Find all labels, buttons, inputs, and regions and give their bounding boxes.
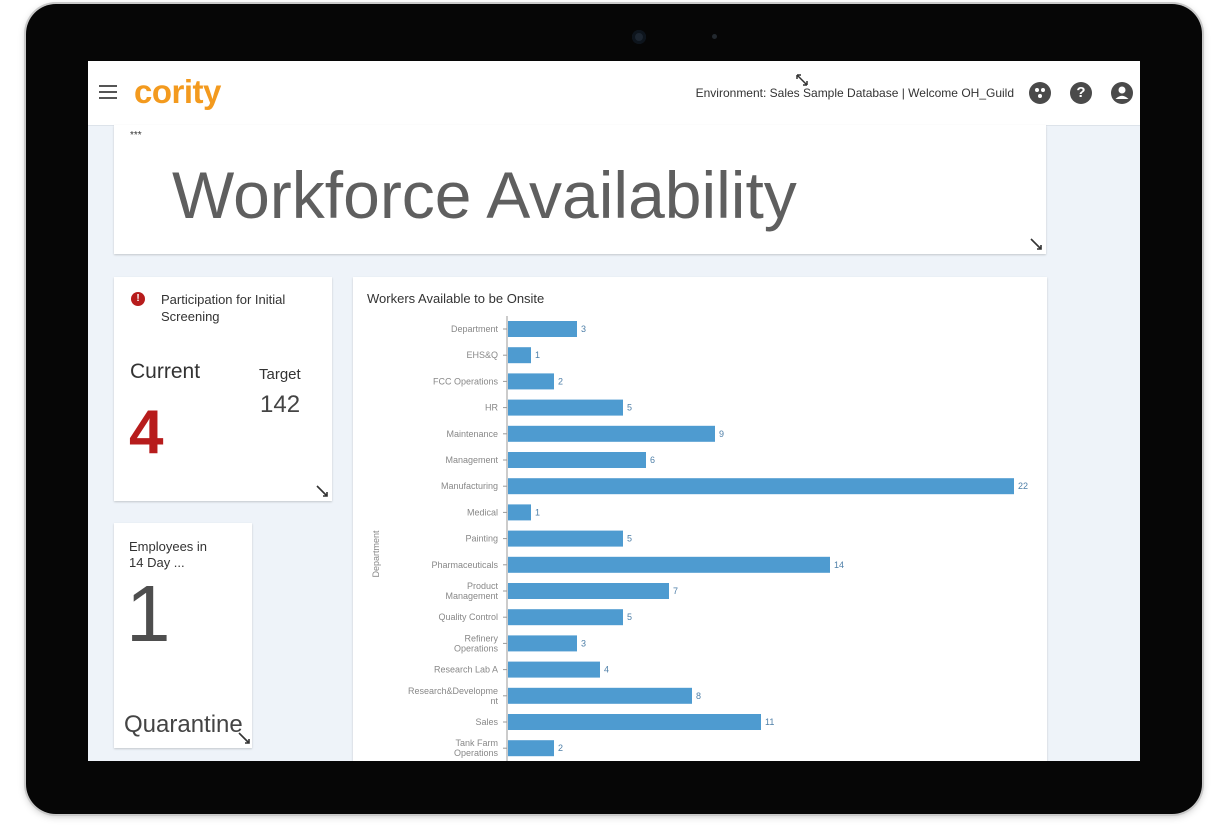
card-title: Participation for Initial Screening <box>161 292 286 324</box>
panel-menu-dots[interactable]: *** <box>130 130 142 141</box>
bar-value-label: 8 <box>696 691 701 701</box>
bar-value-label: 9 <box>719 429 724 439</box>
quarantine-label: Quarantine <box>124 711 243 738</box>
resize-handle-icon[interactable] <box>1030 238 1042 250</box>
bar-value-label: 11 <box>765 717 774 727</box>
category-label: Medical <box>467 507 498 517</box>
bar-value-label: 22 <box>1018 481 1028 491</box>
menu-icon[interactable] <box>99 85 117 99</box>
bar-chart: Department Department 3 EHS&Q 1 FCC Operation… <box>371 316 1028 761</box>
category-label: Sales <box>475 717 498 727</box>
page-title: Workforce Availability <box>172 158 797 232</box>
alert-icon: ! <box>131 292 145 306</box>
app-screen: cority Environment: Sales Sample Databas… <box>88 61 1140 761</box>
help-icon[interactable]: ? <box>1070 82 1092 104</box>
bar-value-label: 1 <box>535 507 540 517</box>
bar[interactable] <box>508 504 531 521</box>
bar-value-label: 5 <box>627 534 632 544</box>
environment-text: Environment: Sales Sample Database | Wel… <box>695 86 1014 100</box>
bar[interactable] <box>508 373 554 390</box>
top-bar: cority Environment: Sales Sample Databas… <box>88 61 1140 126</box>
target-label: Target <box>259 366 301 383</box>
bar[interactable] <box>508 583 669 599</box>
category-label: Refinery Operations <box>454 633 499 653</box>
category-label: FCC Operations <box>433 376 499 386</box>
participation-card: ! Participation for Initial Screening Cu… <box>114 277 332 501</box>
bar[interactable] <box>508 321 577 337</box>
bar-value-label: 4 <box>604 665 609 675</box>
bar-value-label: 2 <box>558 743 563 753</box>
bar-value-label: 6 <box>650 455 655 465</box>
category-label: EHS&Q <box>466 350 498 360</box>
quarantine-card: Employees in 14 Day ... 1 Quarantine <box>114 523 252 748</box>
bar[interactable] <box>508 556 830 573</box>
camera-icon <box>632 30 646 44</box>
bar[interactable] <box>508 609 623 626</box>
sensor-dot <box>712 34 717 39</box>
category-label: Tank Farm Operations <box>454 738 499 758</box>
category-label: Research&Developme nt <box>408 686 499 706</box>
resize-cursor-icon <box>796 74 808 86</box>
workers-chart-card: Workers Available to be Onsite Departmen… <box>353 277 1047 761</box>
category-label: Painting <box>465 534 498 544</box>
bar[interactable] <box>508 347 531 364</box>
bar-value-label: 5 <box>627 612 632 622</box>
target-value: 142 <box>260 391 301 418</box>
category-label: Product Management <box>445 581 498 601</box>
category-label: Quality Control <box>438 612 498 622</box>
bar[interactable] <box>508 687 692 704</box>
resize-handle-icon[interactable] <box>316 485 328 497</box>
current-value: 4 <box>129 398 164 467</box>
category-label: Management <box>445 455 498 465</box>
bar-value-label: 5 <box>627 403 632 413</box>
card-title: Employees in 14 Day ... <box>129 539 208 570</box>
resize-handle-icon[interactable] <box>238 732 250 744</box>
bar-value-label: 7 <box>673 586 678 596</box>
account-icon[interactable] <box>1111 82 1133 104</box>
bar[interactable] <box>508 714 761 730</box>
category-label: HR <box>485 403 498 413</box>
bar-value-label: 1 <box>535 350 540 360</box>
bar-value-label: 14 <box>834 560 844 570</box>
bar-value-label: 3 <box>581 324 586 334</box>
category-label: Research Lab A <box>434 665 498 675</box>
bar[interactable] <box>508 661 600 678</box>
category-label: Department <box>451 324 499 334</box>
bar[interactable] <box>508 635 577 652</box>
quarantine-value: 1 <box>126 569 171 658</box>
apps-icon[interactable] <box>1029 82 1051 104</box>
current-label: Current <box>130 360 201 383</box>
bar[interactable] <box>508 399 623 416</box>
bar[interactable] <box>508 530 623 547</box>
category-label: Maintenance <box>446 429 498 439</box>
brand-logo: cority <box>134 73 221 110</box>
title-panel: *** Workforce Availability <box>114 125 1046 254</box>
bar-value-label: 2 <box>558 376 563 386</box>
bar[interactable] <box>508 740 554 757</box>
category-label: Pharmaceuticals <box>431 560 498 570</box>
y-axis-title: Department <box>371 530 381 578</box>
bar-value-label: 3 <box>581 638 586 648</box>
bar[interactable] <box>508 452 646 468</box>
bar[interactable] <box>508 425 715 442</box>
bar[interactable] <box>508 478 1014 495</box>
category-label: Manufacturing <box>441 481 498 491</box>
